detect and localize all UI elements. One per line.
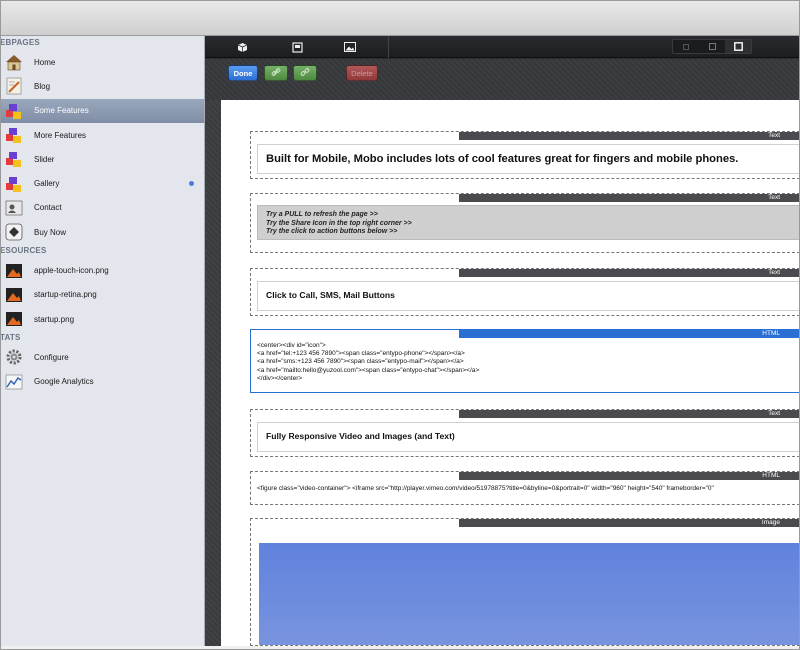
sidebar-item-configure[interactable]: Configure (0, 345, 204, 369)
sidebar-item-slider[interactable]: Slider (0, 147, 204, 171)
block-type-tab: Text (459, 132, 800, 140)
view-mode-medium[interactable] (699, 40, 725, 53)
unlink-icon (300, 67, 310, 79)
sidebar-item-label: Home (34, 57, 56, 67)
block-type-tab: HTML (459, 472, 800, 480)
view-mode-large[interactable] (725, 40, 751, 53)
sidebar-item-contact[interactable]: Contact (0, 196, 204, 220)
sidebar-item-label: Gallery (34, 179, 60, 189)
link-button[interactable] (264, 65, 288, 81)
sidebar-item-label: apple-touch-icon.png (34, 266, 109, 276)
content-block-text[interactable]: Text Fully Responsive Video and Images (… (250, 409, 800, 457)
html-code[interactable]: <figure class="video-container"> <iframe… (257, 485, 714, 493)
sidebar-item-label: startup.png (34, 314, 75, 324)
view-mode-toggle[interactable] (672, 39, 752, 54)
block-type-tab: Text (459, 269, 800, 277)
content-block-text[interactable]: Text Try a PULL to refresh the page >> T… (250, 193, 800, 253)
image-file-icon (4, 309, 24, 329)
editor-toolbar: Done Delete (205, 36, 800, 100)
sidebar-item-label: More Features (34, 130, 87, 140)
cubes-icon (4, 149, 24, 169)
block-content[interactable]: Try a PULL to refresh the page >> Try th… (257, 205, 800, 240)
blog-icon (4, 76, 24, 96)
block-text: Built for Mobile, Mobo includes lots of … (266, 153, 739, 165)
block-content[interactable]: Fully Responsive Video and Images (and T… (257, 422, 800, 452)
sidebar-item-label: Configure (34, 352, 69, 362)
block-text: Click to Call, SMS, Mail Buttons (266, 290, 395, 300)
block-content[interactable]: Built for Mobile, Mobo includes lots of … (257, 144, 800, 174)
content-block-html[interactable]: HTML <center><div id="icon"> <a href="te… (250, 329, 800, 393)
sidebar-item-startup[interactable]: startup.png (0, 307, 204, 331)
home-icon (4, 52, 24, 72)
image-file-icon (4, 285, 24, 305)
gear-icon (4, 347, 24, 367)
block-text: Try a PULL to refresh the page >> Try th… (266, 211, 412, 235)
link-icon (271, 67, 281, 79)
image-icon[interactable] (344, 41, 356, 53)
sidebar-item-label: Contact (34, 203, 62, 213)
section-header-stats: TATS (0, 333, 21, 343)
sidebar-item-home[interactable]: Home (0, 50, 204, 74)
layout-icon[interactable] (291, 41, 303, 53)
unlink-button[interactable] (293, 65, 317, 81)
window-bottom-edge (0, 646, 800, 650)
block-type-tab: Text (459, 410, 800, 418)
sidebar-item-apple-touch-icon[interactable]: apple-touch-icon.png (0, 258, 204, 282)
delete-button[interactable]: Delete (346, 65, 378, 81)
sidebar-item-label: Buy Now (34, 227, 67, 237)
sidebar: EBPAGES Home Blog Some Features More Fea… (0, 36, 205, 646)
sidebar-item-label: Slider (34, 154, 55, 164)
block-type-tab: HTML (459, 330, 800, 338)
toolbar-icon-row (205, 36, 800, 58)
done-button[interactable]: Done (228, 65, 258, 81)
status-dot (189, 181, 194, 187)
sidebar-item-blog[interactable]: Blog (0, 74, 204, 98)
block-type-tab: Text (459, 194, 800, 202)
content-block-text[interactable]: Text Click to Call, SMS, Mail Buttons (250, 268, 800, 316)
sidebar-item-startup-retina[interactable]: startup-retina.png (0, 283, 204, 307)
box-icon[interactable] (236, 41, 248, 53)
cubes-icon (4, 125, 24, 145)
buy-icon (4, 222, 24, 242)
app-window: EBPAGES Home Blog Some Features More Fea… (0, 0, 800, 650)
toolbar-divider (388, 36, 389, 58)
sidebar-item-google-analytics[interactable]: Google Analytics (0, 370, 204, 394)
section-header-resources: ESOURCES (0, 246, 47, 256)
sidebar-item-label: Blog (34, 81, 51, 91)
view-mode-small[interactable] (673, 40, 699, 53)
content-block-image[interactable]: Image (250, 518, 800, 646)
content-block-text[interactable]: Text Built for Mobile, Mobo includes lot… (250, 131, 800, 179)
sidebar-item-gallery[interactable]: Gallery (0, 171, 204, 195)
sidebar-item-label: startup-retina.png (34, 290, 97, 300)
sidebar-item-label: Some Features (34, 106, 89, 116)
content-block-html[interactable]: HTML <figure class="video-container"> <i… (250, 471, 800, 505)
sidebar-item-more-features[interactable]: More Features (0, 123, 204, 147)
block-content[interactable]: Click to Call, SMS, Mail Buttons (257, 281, 800, 311)
section-header-webpages: EBPAGES (0, 38, 40, 47)
sidebar-item-buy-now[interactable]: Buy Now (0, 220, 204, 244)
cubes-icon (4, 101, 24, 121)
sidebar-item-some-features[interactable]: Some Features (0, 98, 204, 123)
sidebar-item-label: Google Analytics (34, 377, 94, 387)
analytics-icon (4, 372, 24, 392)
title-bar (0, 0, 800, 36)
image-file-icon (4, 261, 24, 281)
block-text: Fully Responsive Video and Images (and T… (266, 431, 455, 441)
image-placeholder[interactable] (259, 543, 800, 645)
toolbar-action-row: Done Delete (205, 59, 800, 100)
block-type-tab: Image (459, 519, 800, 527)
html-code[interactable]: <center><div id="icon"> <a href="tel:+12… (257, 342, 479, 383)
cubes-icon (4, 174, 24, 194)
contact-icon (4, 198, 24, 218)
